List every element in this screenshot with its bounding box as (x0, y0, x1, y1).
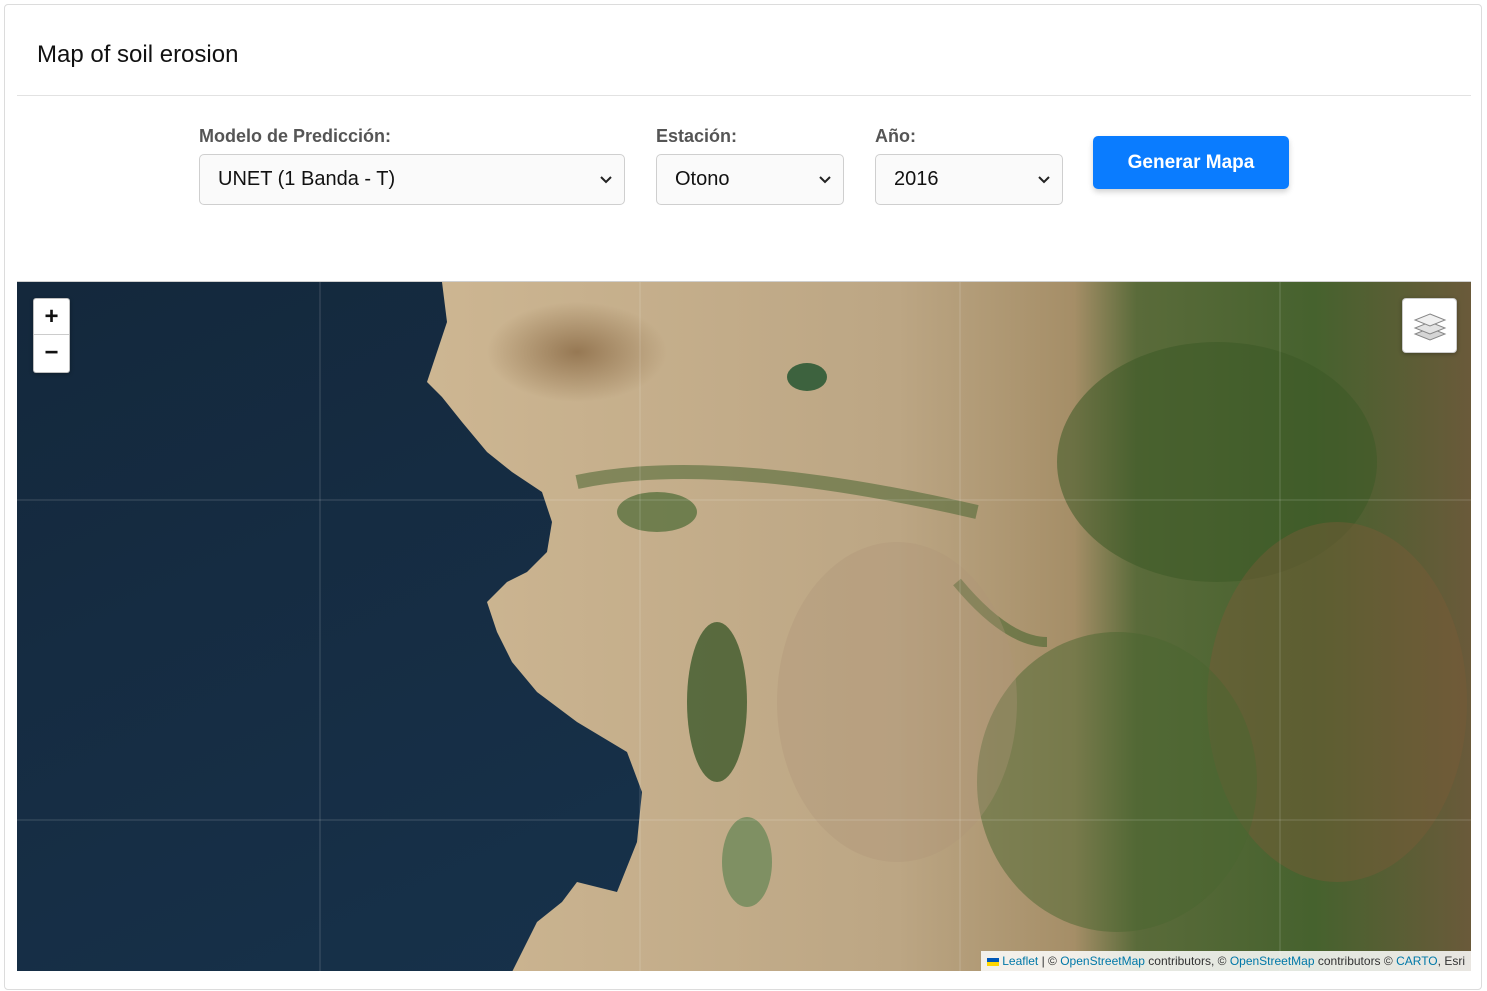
model-select-value: UNET (1 Banda - T) (218, 168, 396, 190)
page-title: Map of soil erosion (37, 41, 239, 68)
zoom-in-button[interactable]: + (34, 299, 69, 335)
attribution-text-3: , Esri (1437, 954, 1465, 968)
map-card: Map of soil erosion Modelo de Predicción… (4, 4, 1482, 990)
model-select[interactable]: UNET (1 Banda - T) (199, 154, 625, 205)
carto-link[interactable]: CARTO (1396, 954, 1438, 968)
model-label: Modelo de Predicción: (199, 126, 392, 146)
chevron-down-icon (819, 176, 831, 184)
year-select[interactable]: 2016 (875, 154, 1063, 205)
season-select-value: Otono (675, 168, 730, 190)
osm-link-2[interactable]: OpenStreetMap (1230, 954, 1315, 968)
chevron-down-icon (1038, 176, 1050, 184)
layers-button[interactable] (1402, 298, 1457, 353)
osm-link-1[interactable]: OpenStreetMap (1060, 954, 1145, 968)
leaflet-link[interactable]: Leaflet (1002, 954, 1038, 968)
year-select-value: 2016 (894, 168, 939, 190)
zoom-out-button[interactable]: − (34, 335, 69, 371)
attribution-text-1: contributors, © (1144, 954, 1230, 968)
zoom-control: + − (33, 298, 70, 373)
card-header: Map of soil erosion (17, 5, 1471, 96)
satellite-basemap[interactable] (17, 282, 1471, 971)
year-label: Año: (875, 126, 916, 146)
generate-map-button[interactable]: Generar Mapa (1093, 136, 1289, 189)
chevron-down-icon (600, 176, 612, 184)
ukraine-flag-icon (987, 957, 1000, 966)
season-label: Estación: (656, 126, 738, 146)
map-viewport[interactable]: + − Leaflet | © OpenStreetMap contributo… (17, 281, 1471, 971)
season-select[interactable]: Otono (656, 154, 844, 205)
controls-panel: Modelo de Predicción: UNET (1 Banda - T)… (5, 96, 1483, 281)
layers-icon (1413, 312, 1446, 341)
attribution-text-2: contributors © (1314, 954, 1397, 968)
attribution-sep: | © (1038, 954, 1061, 968)
map-attribution: Leaflet | © OpenStreetMap contributors, … (981, 951, 1471, 971)
